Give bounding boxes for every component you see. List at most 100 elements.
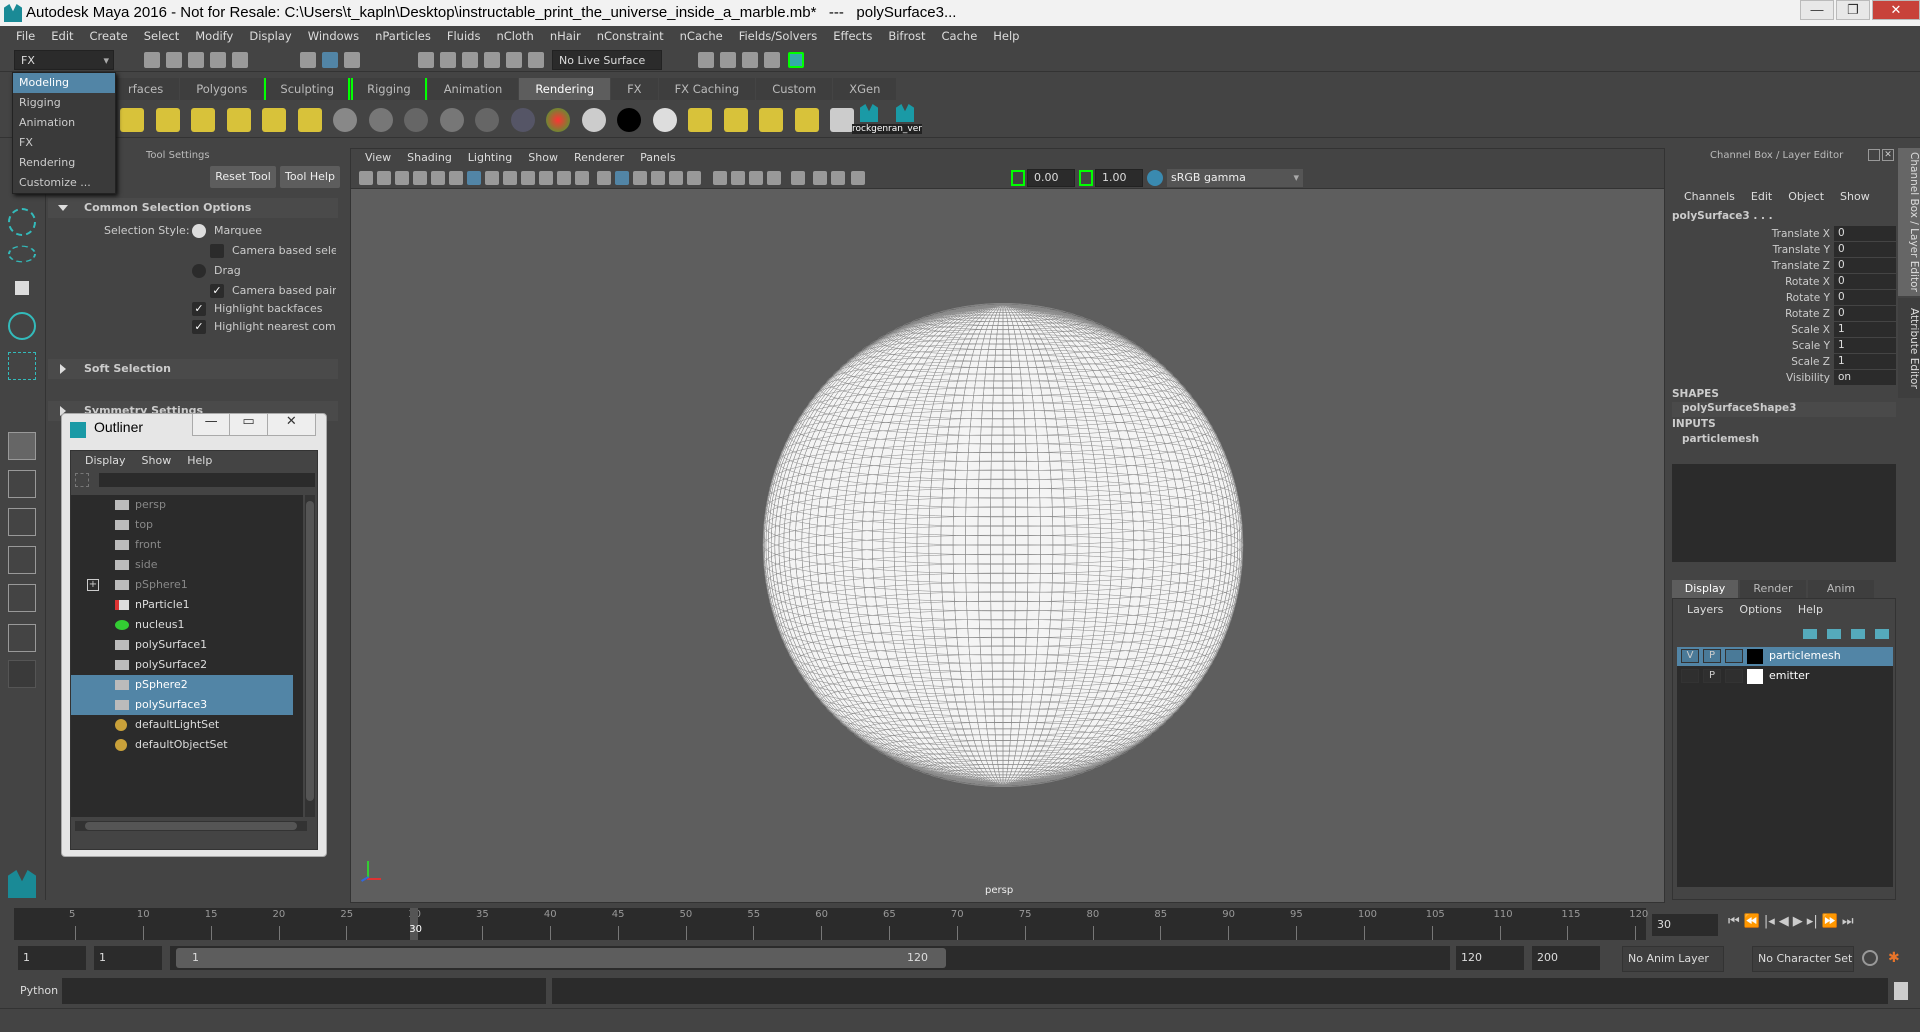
go-to-start-icon[interactable]: ⏮ bbox=[1728, 914, 1740, 929]
layer-visibility-toggle[interactable]: V bbox=[1681, 649, 1699, 663]
outliner-item-front[interactable]: front bbox=[71, 535, 293, 555]
maximize-button[interactable]: ❐ bbox=[1836, 0, 1870, 20]
attr-rotate-x-field[interactable]: 0 bbox=[1834, 274, 1896, 289]
mode-menu-item-rigging[interactable]: Rigging bbox=[13, 93, 115, 113]
viewport-tool-icon[interactable] bbox=[521, 171, 535, 185]
layer-playback-toggle[interactable]: P bbox=[1703, 649, 1721, 663]
status-tool-icon[interactable] bbox=[440, 52, 456, 68]
soft-selection-section[interactable]: Soft Selection bbox=[48, 359, 338, 379]
close-icon[interactable]: ✕ bbox=[1882, 149, 1894, 161]
attr-translate-y-field[interactable]: 0 bbox=[1834, 242, 1896, 257]
outliner-item-top[interactable]: top bbox=[71, 515, 293, 535]
shelf-button-icon[interactable] bbox=[830, 108, 854, 132]
attr-scale-y-label[interactable]: Scale Y bbox=[1668, 338, 1830, 354]
menu-file[interactable]: File bbox=[8, 26, 43, 47]
shelf-button-icon[interactable] bbox=[226, 108, 251, 132]
attr-rotate-z-field[interactable]: 0 bbox=[1834, 306, 1896, 321]
new-empty-layer-icon[interactable] bbox=[1851, 629, 1865, 639]
play-forwards-icon[interactable]: ▶ bbox=[1793, 914, 1803, 929]
mode-menu-item-customize[interactable]: Customize ... bbox=[13, 173, 115, 193]
status-tool-icon[interactable] bbox=[232, 52, 248, 68]
outliner-menu-help[interactable]: Help bbox=[179, 451, 220, 471]
menu-ncloth[interactable]: nCloth bbox=[488, 26, 541, 47]
viewport-menu-view[interactable]: View bbox=[357, 149, 399, 167]
viewport-tool-icon[interactable] bbox=[651, 171, 665, 185]
outliner-item-psphere1[interactable]: + pSphere1 bbox=[71, 575, 293, 595]
shelf-tab-rigging[interactable]: Rigging bbox=[351, 78, 427, 100]
layer-reference-toggle[interactable] bbox=[1725, 649, 1743, 663]
layer-color-swatch[interactable] bbox=[1747, 649, 1763, 664]
viewport-tool-icon[interactable] bbox=[687, 171, 701, 185]
shelf-button-icon[interactable] bbox=[723, 108, 748, 132]
shelf-button-icon[interactable] bbox=[191, 108, 215, 132]
shelf-button-icon[interactable] bbox=[475, 108, 499, 132]
attr-translate-y-label[interactable]: Translate Y bbox=[1668, 242, 1830, 258]
shelf-tab-custom[interactable]: Custom bbox=[756, 78, 833, 100]
shelf-button-icon[interactable] bbox=[617, 108, 641, 132]
layer-tab-anim[interactable]: Anim bbox=[1808, 580, 1874, 598]
highlight-backfaces-checkbox[interactable]: ✓ bbox=[192, 302, 206, 316]
mode-menu-item-rendering[interactable]: Rendering bbox=[13, 153, 115, 173]
outliner-menu-display[interactable]: Display bbox=[77, 451, 134, 471]
shelf-button-icon[interactable] bbox=[368, 108, 393, 132]
status-tool-icon[interactable] bbox=[506, 52, 522, 68]
viewport-tool-icon[interactable] bbox=[539, 171, 553, 185]
script-editor-icon[interactable] bbox=[1894, 982, 1908, 1000]
menu-select[interactable]: Select bbox=[136, 26, 187, 47]
status-tool-icon[interactable] bbox=[418, 52, 434, 68]
highlight-nearest-component-checkbox[interactable]: ✓ bbox=[192, 320, 206, 334]
viewport-menu-show[interactable]: Show bbox=[520, 149, 566, 167]
outliner-item-polysurface2[interactable]: polySurface2 bbox=[71, 655, 293, 675]
outliner-list[interactable]: persp top front side + pSphere1 nParticle1 nucl… bbox=[71, 495, 303, 817]
layer-menu-layers[interactable]: Layers bbox=[1679, 603, 1731, 616]
menu-modify[interactable]: Modify bbox=[187, 26, 241, 47]
anim-layout-icon[interactable] bbox=[8, 624, 36, 652]
attr-scale-x-field[interactable]: 1 bbox=[1834, 322, 1896, 337]
gamma-icon[interactable] bbox=[1079, 170, 1093, 186]
anim-layer-dropdown[interactable]: No Anim Layer bbox=[1622, 946, 1724, 972]
attr-rotate-z-label[interactable]: Rotate Z bbox=[1668, 306, 1830, 322]
menu-nparticles[interactable]: nParticles bbox=[367, 26, 439, 47]
shelf-button-icon[interactable] bbox=[333, 108, 357, 132]
attr-visibility-label[interactable]: Visibility bbox=[1668, 370, 1830, 386]
current-frame-field[interactable]: 30 bbox=[1652, 914, 1718, 936]
graph-layout-icon[interactable] bbox=[8, 546, 36, 574]
rotate-tool-icon[interactable] bbox=[8, 312, 36, 340]
viewport-tool-icon[interactable] bbox=[485, 171, 499, 185]
menu-help[interactable]: Help bbox=[985, 26, 1027, 47]
attr-scale-x-label[interactable]: Scale X bbox=[1668, 322, 1830, 338]
viewport-tool-icon[interactable] bbox=[767, 171, 781, 185]
viewport-tool-icon[interactable] bbox=[467, 171, 481, 185]
viewport-tool-icon[interactable] bbox=[791, 171, 805, 185]
attr-scale-y-field[interactable]: 1 bbox=[1834, 338, 1896, 353]
shelf-button-icon[interactable] bbox=[155, 108, 180, 132]
status-tool-icon[interactable] bbox=[144, 52, 160, 68]
gamma-field[interactable]: 1.00 bbox=[1095, 169, 1143, 187]
mode-menu-item-fx[interactable]: FX bbox=[13, 133, 115, 153]
playback-start-field[interactable]: 1 bbox=[94, 946, 162, 970]
viewport-tool-icon[interactable] bbox=[395, 171, 409, 185]
lasso-tool-icon[interactable] bbox=[8, 245, 36, 263]
outliner-item-nparticle1[interactable]: nParticle1 bbox=[71, 595, 293, 615]
mode-menu-item-modeling[interactable]: Modeling bbox=[13, 73, 115, 93]
more-layouts-button[interactable] bbox=[8, 660, 36, 688]
viewport-tool-icon[interactable] bbox=[615, 171, 629, 185]
sphere-mesh[interactable] bbox=[753, 295, 1253, 795]
menu-windows[interactable]: Windows bbox=[300, 26, 367, 47]
layer-menu-options[interactable]: Options bbox=[1731, 603, 1789, 616]
camera-based-paint-selection-checkbox[interactable]: ✓ bbox=[210, 284, 224, 298]
four-pane-layout-icon[interactable] bbox=[8, 470, 36, 498]
command-language-label[interactable]: Python bbox=[20, 984, 58, 997]
time-slider[interactable]: 5 10 15 20 25 30 35 40 45 50 55 60 65 70 75 80 85 90 95 100… bbox=[14, 908, 1648, 940]
move-tool-icon[interactable] bbox=[15, 281, 29, 295]
menu-effects[interactable]: Effects bbox=[825, 26, 880, 47]
viewport-menu-renderer[interactable]: Renderer bbox=[566, 149, 632, 167]
tool-help-button[interactable]: Tool Help bbox=[280, 166, 340, 188]
status-tool-icon[interactable] bbox=[742, 52, 758, 68]
shelf-tab-rendering[interactable]: Rendering bbox=[519, 78, 611, 100]
shelf-button-icon[interactable] bbox=[546, 108, 570, 132]
attr-translate-x-label[interactable]: Translate X bbox=[1668, 226, 1830, 242]
shelf-button-icon[interactable] bbox=[297, 108, 322, 132]
marquee-radio[interactable] bbox=[192, 224, 206, 238]
layer-row-emitter[interactable]: Pemitter bbox=[1677, 667, 1893, 686]
